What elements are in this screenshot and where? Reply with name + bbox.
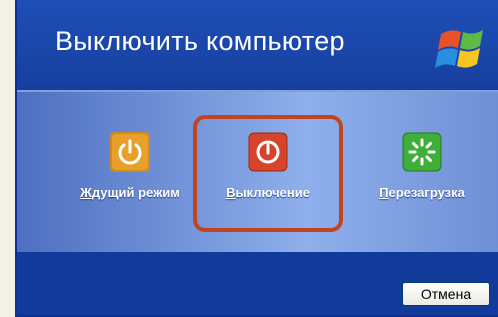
restart-option[interactable]: Перезагрузка — [352, 132, 492, 200]
standby-icon — [110, 132, 150, 172]
power-off-icon — [248, 132, 288, 172]
standby-label: Ждущий режим — [80, 185, 180, 200]
dialog-footer: Отмена — [17, 252, 498, 315]
standby-option[interactable]: Ждущий режим — [60, 132, 200, 200]
restart-label: Перезагрузка — [379, 185, 465, 200]
windows-logo-icon — [435, 30, 483, 68]
restart-icon — [402, 132, 442, 172]
dialog-header: Выключить компьютер — [17, 0, 498, 92]
shutdown-dialog: Выключить компьютер Ждущий режим Выключе… — [15, 0, 498, 317]
options-panel: Ждущий режим Выключение Перезагрузка — [17, 92, 498, 252]
dialog-title: Выключить компьютер — [55, 26, 345, 56]
shutdown-label: Выключение — [226, 185, 310, 200]
cancel-button[interactable]: Отмена — [402, 282, 490, 306]
shutdown-option[interactable]: Выключение — [198, 132, 338, 200]
